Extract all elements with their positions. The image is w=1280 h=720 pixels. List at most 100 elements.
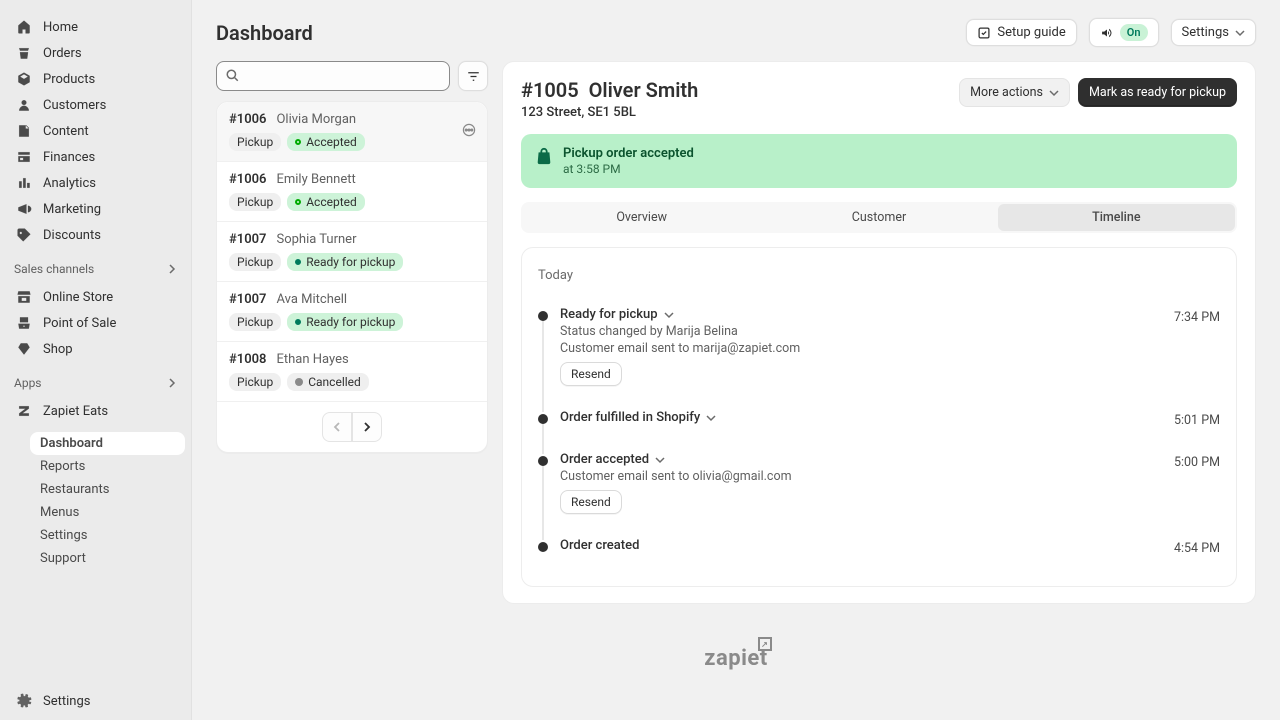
customers-icon xyxy=(16,97,32,113)
timeline-dot-icon xyxy=(538,456,548,466)
products-icon xyxy=(16,71,32,87)
method-badge: Pickup xyxy=(229,133,281,151)
row-handle-icon[interactable] xyxy=(461,122,477,138)
tab-overview[interactable]: Overview xyxy=(523,204,760,231)
resend-button[interactable]: Resend xyxy=(560,362,622,386)
appnav-restaurants-label: Restaurants xyxy=(40,482,109,497)
status-badge: Accepted xyxy=(287,133,365,151)
nav-apps: Zapiet Eats xyxy=(0,394,191,428)
order-customer: Sophia Turner xyxy=(276,232,356,247)
channel-online-store[interactable]: Online Store xyxy=(6,284,185,310)
appnav-reports[interactable]: Reports xyxy=(30,455,185,478)
method-badge: Pickup xyxy=(229,193,281,211)
content-icon xyxy=(16,123,32,139)
nav-finances[interactable]: Finances xyxy=(6,144,185,170)
apps-header[interactable]: Apps xyxy=(0,366,191,394)
timeline-meta: Customer email sent to marija@zapiet.com xyxy=(560,341,1162,356)
appnav-menus-label: Menus xyxy=(40,505,79,520)
nav-marketing[interactable]: Marketing xyxy=(6,196,185,222)
appnav-dashboard-label: Dashboard xyxy=(40,436,103,451)
detail-customer-name: Oliver Smith xyxy=(589,78,699,102)
search-input[interactable] xyxy=(216,61,450,91)
nav-orders[interactable]: Orders xyxy=(6,40,185,66)
appnav-menus[interactable]: Menus xyxy=(30,501,185,524)
checklist-icon xyxy=(977,26,991,40)
primary-action-button[interactable]: Mark as ready for pickup xyxy=(1078,78,1237,107)
brand-wordmark: zapiet↗ xyxy=(704,646,768,671)
chevron-down-icon xyxy=(655,455,665,465)
order-card[interactable]: #1008 Ethan Hayes Pickup Cancelled xyxy=(217,342,487,402)
timeline-dot-icon xyxy=(538,414,548,424)
timeline-event: Ready for pickup Status changed by Marij… xyxy=(538,299,1220,402)
resend-button[interactable]: Resend xyxy=(560,490,622,514)
timeline-dot-icon xyxy=(538,542,548,552)
timeline-time: 5:00 PM xyxy=(1174,455,1220,470)
nav-home[interactable]: Home xyxy=(6,14,185,40)
timeline-event-title: Order created xyxy=(560,538,639,553)
nav-discounts[interactable]: Discounts xyxy=(6,222,185,248)
order-id: #1008 xyxy=(229,352,266,367)
status-badge: Accepted xyxy=(287,193,365,211)
sidebar-settings-label: Settings xyxy=(43,694,90,709)
timeline-event-title[interactable]: Ready for pickup xyxy=(560,307,674,322)
appnav-restaurants[interactable]: Restaurants xyxy=(30,478,185,501)
chevron-down-icon xyxy=(706,413,716,423)
sales-channels-header[interactable]: Sales channels xyxy=(0,252,191,280)
filter-button[interactable] xyxy=(458,61,488,91)
appnav-settings[interactable]: Settings xyxy=(30,524,185,547)
channel-shop[interactable]: Shop xyxy=(6,336,185,362)
banner-title: Pickup order accepted xyxy=(563,146,694,161)
tab-customer[interactable]: Customer xyxy=(760,204,997,231)
appnav-reports-label: Reports xyxy=(40,459,85,474)
order-card[interactable]: #1007 Ava Mitchell Pickup Ready for pick… xyxy=(217,282,487,342)
tab-timeline[interactable]: Timeline xyxy=(998,204,1235,231)
availability-toggle[interactable]: On xyxy=(1089,18,1159,47)
topbar: Dashboard Setup guide On Settings xyxy=(192,0,1280,47)
next-page-button[interactable] xyxy=(352,412,382,442)
nav-products-label: Products xyxy=(43,72,95,87)
order-card[interactable]: #1007 Sophia Turner Pickup Ready for pic… xyxy=(217,222,487,282)
nav-home-label: Home xyxy=(43,20,78,35)
timeline-event: Order created 4:54 PM xyxy=(538,530,1220,572)
setup-guide-button[interactable]: Setup guide xyxy=(966,19,1076,46)
detail-address: 123 Street, SE1 5BL xyxy=(521,105,698,120)
more-actions-button[interactable]: More actions xyxy=(959,78,1070,107)
content: #1006 Olivia Morgan Pickup Accepted #100… xyxy=(192,47,1280,622)
status-dot-icon xyxy=(295,319,301,325)
nav-products[interactable]: Products xyxy=(6,66,185,92)
app-zapiet-eats[interactable]: Zapiet Eats xyxy=(6,398,185,424)
order-id: #1007 xyxy=(229,292,266,307)
timeline-event-title[interactable]: Order fulfilled in Shopify xyxy=(560,410,716,425)
method-badge: Pickup xyxy=(229,373,281,391)
timeline-rows: Ready for pickup Status changed by Marij… xyxy=(538,299,1220,572)
appnav-support[interactable]: Support xyxy=(30,547,185,570)
status-dot-icon xyxy=(295,199,301,205)
sidebar-settings[interactable]: Settings xyxy=(6,688,185,714)
nav-analytics[interactable]: Analytics xyxy=(6,170,185,196)
order-card[interactable]: #1006 Olivia Morgan Pickup Accepted xyxy=(217,102,487,162)
settings-menu-button[interactable]: Settings xyxy=(1171,19,1256,46)
orders-list: #1006 Olivia Morgan Pickup Accepted #100… xyxy=(216,101,488,453)
appnav-dashboard[interactable]: Dashboard xyxy=(30,432,185,455)
order-card[interactable]: #1006 Emily Bennett Pickup Accepted xyxy=(217,162,487,222)
nav-primary: Home Orders Products Customers Content F… xyxy=(0,10,191,252)
status-badge: Ready for pickup xyxy=(287,253,403,271)
nav-marketing-label: Marketing xyxy=(43,202,101,217)
search-icon xyxy=(225,68,240,83)
nav-content[interactable]: Content xyxy=(6,118,185,144)
channel-point-of-sale[interactable]: Point of Sale xyxy=(6,310,185,336)
order-id: #1007 xyxy=(229,232,266,247)
order-customer: Ethan Hayes xyxy=(276,352,348,367)
setup-guide-label: Setup guide xyxy=(997,25,1065,40)
nav-customers[interactable]: Customers xyxy=(6,92,185,118)
timeline-event: Order fulfilled in Shopify 5:01 PM xyxy=(538,402,1220,444)
pager xyxy=(217,402,487,452)
order-customer: Emily Bennett xyxy=(276,172,355,187)
nav-analytics-label: Analytics xyxy=(43,176,96,191)
prev-page-button xyxy=(322,412,352,442)
primary-action-label: Mark as ready for pickup xyxy=(1089,85,1226,100)
appnav-settings-label: Settings xyxy=(40,528,87,543)
timeline-event-title[interactable]: Order accepted xyxy=(560,452,665,467)
zapiet-icon xyxy=(16,403,32,419)
marketing-icon xyxy=(16,201,32,217)
